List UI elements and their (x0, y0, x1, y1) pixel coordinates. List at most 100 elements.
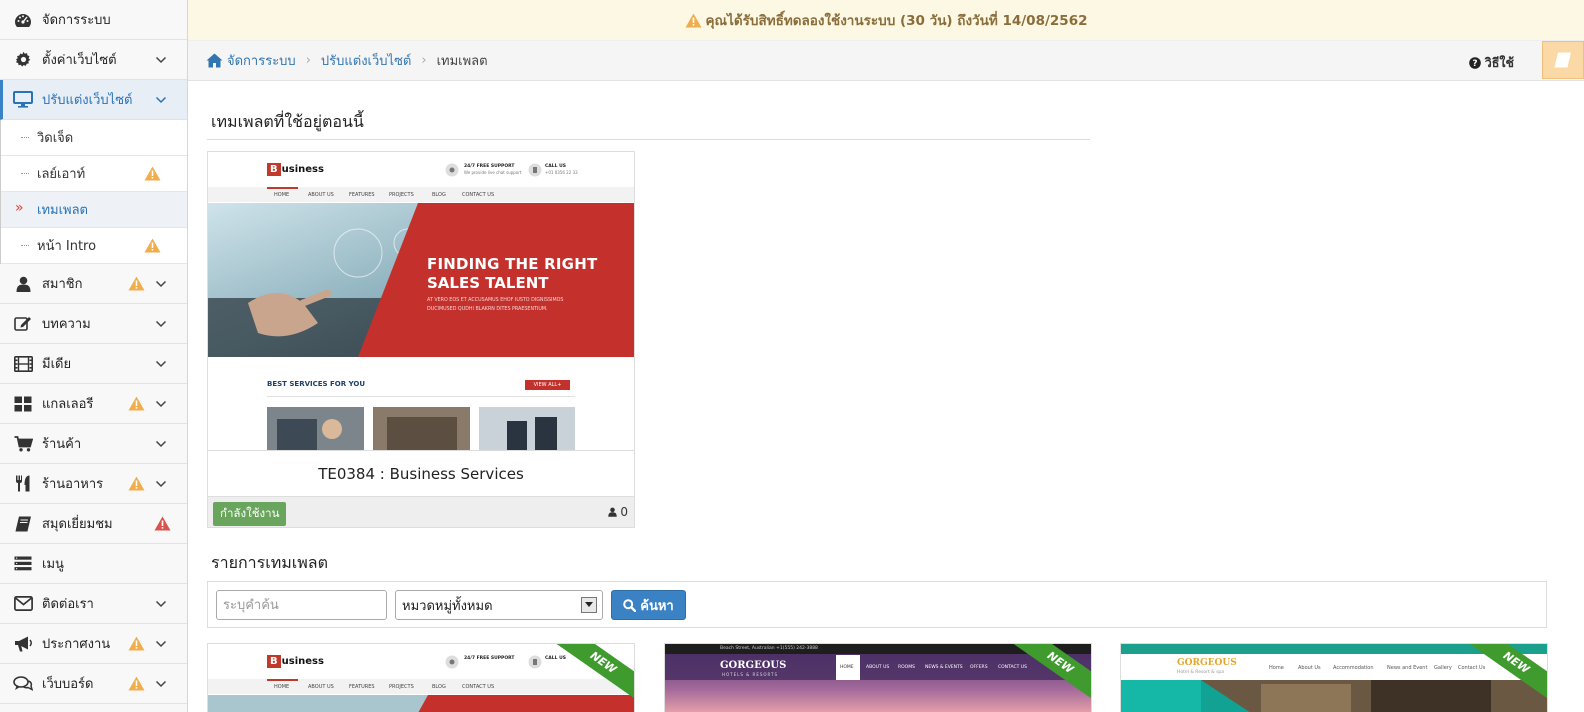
user-icon (12, 275, 34, 293)
sidebar-subitem-label: หน้า Intro (37, 239, 97, 254)
template-list-card[interactable]: Beach Street, Australian +1(555) 242-388… (664, 643, 1092, 712)
thumb-support-sub: We provide live chat support (464, 170, 522, 175)
sidebar-item-shop[interactable]: ร้านค้า (0, 424, 187, 464)
thumb-brand: GORGEOUS (720, 660, 787, 671)
phone-icon (528, 163, 542, 177)
sidebar-item-restaurant[interactable]: ร้านอาหาร (0, 464, 187, 504)
breadcrumb-parent-link[interactable]: ปรับแต่งเว็บไซต์ (321, 50, 411, 71)
thumb-nav-item: ABOUT US (866, 665, 890, 670)
thumb-line (267, 396, 575, 397)
thumb-nav-item: HOME (840, 665, 854, 670)
category-select[interactable]: หมวดหมู่ทั้งหมด (395, 590, 603, 620)
breadcrumb-separator-icon: › (305, 53, 311, 68)
thumb-nav-item: CONTACT US (462, 192, 495, 198)
sidebar-item-webboard[interactable]: เว็บบอร์ด (0, 664, 187, 704)
sidebar-item-dashboard[interactable]: จัดการระบบ (0, 0, 187, 40)
thumb-nav-active (267, 679, 298, 681)
thumb-nav-item: PROJECTS (389, 192, 414, 198)
sidebar-item-contact[interactable]: ติดต่อเรา (0, 584, 187, 624)
template-list-card[interactable]: Business 24/7 FREE SUPPORT CALL US HOME … (207, 643, 635, 712)
thumb-nav-item: FEATURES (349, 192, 375, 198)
thumb-hero-sub-2: DUCIMUSED QUDHI BLAKRN DITES PRAESENTIUM… (427, 307, 548, 312)
help-link[interactable]: ? วิธีใช้ (1468, 53, 1514, 73)
home-icon[interactable] (206, 53, 223, 68)
warning-icon (128, 636, 145, 651)
divider (207, 139, 1090, 140)
thumb-support-title: 24/7 FREE SUPPORT (464, 656, 515, 661)
thumb-hero-image (208, 695, 634, 712)
sidebar-item-members[interactable]: สมาชิก (0, 264, 187, 304)
utensils-icon (12, 475, 34, 493)
sidebar-item-guestbook[interactable]: สมุดเยี่ยมชม (0, 504, 187, 544)
thumb-nav-item: Contact Us (1458, 665, 1486, 671)
template-thumbnail[interactable]: Business 24/7 FREE SUPPORT We provide li… (208, 152, 634, 450)
sidebar-subitem-widget[interactable]: วิดเจ็ด (1, 120, 187, 156)
thumb-brand: GORGEOUS (1177, 658, 1237, 668)
user-icon (608, 507, 618, 517)
breadcrumb-home-link[interactable]: จัดการระบบ (227, 50, 296, 71)
sidebar-item-media[interactable]: มีเดีย (0, 344, 187, 384)
megaphone-icon (12, 635, 34, 653)
thumb-navbar (208, 679, 634, 694)
trial-banner-text: คุณได้รับสิทธิ์ทดลองใช้งานระบบ (30 วัน) … (705, 13, 1088, 29)
sidebar-item-label: เมนู (42, 557, 64, 572)
thumb-nav-item: ABOUT US (308, 192, 334, 198)
question-circle-icon: ? (1468, 57, 1481, 69)
warning-icon (128, 476, 145, 491)
search-button[interactable]: ค้นหา (611, 590, 686, 620)
book-icon (12, 515, 34, 533)
thumb-nav-item: BLOG (432, 192, 446, 198)
thumb-nav-item: Gallery (1434, 665, 1452, 671)
sidebar-item-label: จัดการระบบ (42, 13, 111, 28)
envelope-icon (12, 595, 34, 613)
sidebar-item-jobs[interactable]: ประกาศงาน (0, 624, 187, 664)
thumb-nav-active (267, 187, 298, 189)
thumb-nav-item: HOME (274, 192, 290, 198)
sidebar-item-gallery[interactable]: แกลเลอรี (0, 384, 187, 424)
sidebar-item-customize-site[interactable]: ปรับแต่งเว็บไซต์ (0, 80, 187, 120)
menu-list-icon (12, 555, 34, 573)
sidebar: จัดการระบบ ตั้งค่าเว็บไซต์ ปรับแต่งเว็บไ… (0, 0, 188, 712)
submenu-customize: วิดเจ็ด เลย์เอาท์ เทมเพลต หน้า Intro (0, 120, 187, 264)
thumb-nav-item: Home (1269, 665, 1284, 671)
usage-count-value: 0 (620, 505, 628, 519)
status-badge: กำลังใช้งาน (213, 502, 287, 526)
sidebar-subitem-label: เทมเพลต (37, 203, 89, 218)
sidebar-item-menu[interactable]: เมนู (0, 544, 187, 584)
warning-icon (685, 13, 702, 27)
cart-icon (12, 435, 34, 453)
category-select-value: หมวดหมู่ทั้งหมด (402, 598, 493, 614)
help-label: วิธีใช้ (1484, 55, 1514, 70)
chevron-down-icon (155, 280, 167, 288)
current-template-card[interactable]: Business 24/7 FREE SUPPORT We provide li… (207, 151, 635, 528)
select-arrow-icon[interactable] (581, 597, 597, 613)
sidebar-item-articles[interactable]: บทความ (0, 304, 187, 344)
sidebar-subitem-template[interactable]: เทมเพลต (1, 192, 187, 228)
sidebar-subitem-intro[interactable]: หน้า Intro (1, 228, 187, 264)
film-icon (12, 355, 34, 373)
edit-icon (12, 315, 34, 333)
template-list-card[interactable]: GORGEOUS Hotel & Resort & spa Home About… (1120, 643, 1548, 712)
chevron-down-icon (155, 600, 167, 608)
dashboard-icon (12, 11, 34, 29)
chevron-down-icon (155, 96, 167, 104)
thumb-nav-item: FEATURES (349, 684, 375, 690)
thumb-nav-item: About Us (1298, 665, 1321, 671)
headset-icon (445, 163, 459, 177)
thumb-brand-sub: Hotel & Resort & spa (1177, 670, 1225, 675)
search-input[interactable] (216, 590, 387, 620)
thumb-support-title: 24/7 FREE SUPPORT (464, 164, 515, 169)
sidebar-subitem-layout[interactable]: เลย์เอาท์ (1, 156, 187, 192)
thumb-nav-item: HOME (274, 684, 290, 690)
breadcrumb: จัดการระบบ › ปรับแต่งเว็บไซต์ › เทมเพลต … (188, 41, 1584, 81)
breadcrumb-current: เทมเพลต (436, 54, 488, 69)
thumb-hero-image (208, 203, 634, 357)
manual-button[interactable] (1542, 41, 1584, 79)
chevron-down-icon (155, 360, 167, 368)
chevron-down-icon (155, 320, 167, 328)
thumb-hero-title-1: FINDING THE RIGHT (427, 255, 598, 273)
thumb-view-all: VIEW ALL+ (525, 380, 570, 390)
template-name: TE0384 : Business Services (208, 450, 634, 496)
comments-icon (12, 675, 34, 693)
sidebar-item-site-settings[interactable]: ตั้งค่าเว็บไซต์ (0, 40, 187, 80)
